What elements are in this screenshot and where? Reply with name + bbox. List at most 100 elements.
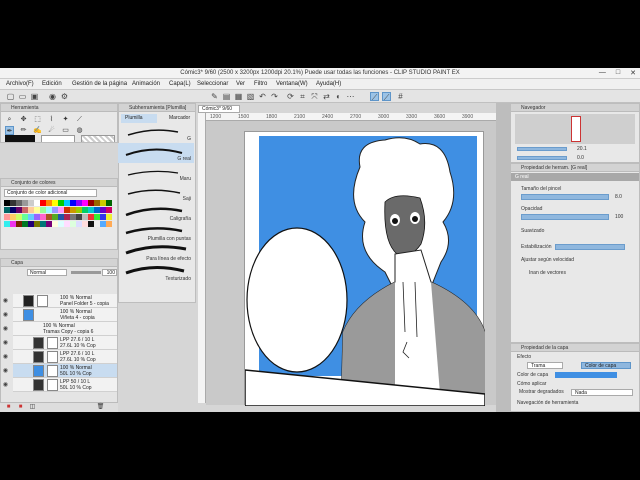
layer-visibility-icon[interactable]: ◉ (1, 308, 10, 322)
save-icon[interactable]: ▣ (30, 92, 39, 101)
open-icon[interactable]: ▭ (18, 92, 27, 101)
airbrush-tool-icon[interactable]: ☄ (47, 126, 56, 135)
brush-item-maru[interactable]: Maru (118, 163, 194, 183)
new-folder-icon[interactable]: ■ (16, 403, 25, 412)
layer-row[interactable]: LPP 27.6 / 10 L 27.6L 10 % Cop (13, 350, 117, 364)
undo-icon[interactable]: ↶ (258, 92, 267, 101)
crop-icon[interactable]: ⌗ (298, 92, 307, 101)
mask-layer-icon[interactable]: ◫ (28, 403, 37, 412)
maximize-button[interactable]: □ (616, 69, 620, 77)
fill-tool-icon[interactable]: ◍ (75, 126, 84, 135)
minimize-button[interactable]: — (599, 69, 606, 77)
brush-item-texturizado[interactable]: Texturizado (118, 263, 194, 283)
menu-help[interactable]: Ayuda(H) (316, 81, 341, 87)
color-swatch[interactable] (106, 207, 112, 213)
rotate-icon[interactable]: ⟳ (286, 92, 295, 101)
layer-row[interactable]: 100 % Normal Viñeta 4 - copia (13, 308, 117, 322)
snap-ruler-icon[interactable]: ⟋ (370, 92, 379, 102)
tab-canvas[interactable]: Cómic3* 9/60 (198, 105, 240, 113)
menu-edit[interactable]: Edición (42, 81, 62, 87)
new-file-icon[interactable]: ▢ (6, 92, 15, 101)
tab-plumilla[interactable]: Plumilla (121, 114, 157, 123)
menu-select[interactable]: Seleccionar (197, 81, 228, 87)
layer-visibility-icon[interactable]: ◉ (1, 294, 10, 308)
layer-visibility-icon[interactable]: ◉ (1, 364, 10, 378)
grid-icon[interactable]: ▦ (234, 92, 243, 101)
scrollbar-vertical[interactable] (496, 103, 510, 412)
menu-page-management[interactable]: Gestión de la página (72, 81, 127, 87)
pencil-tool-icon[interactable]: ✏ (19, 126, 28, 135)
redo-icon[interactable]: ↷ (270, 92, 279, 101)
menu-view[interactable]: Ver (236, 81, 245, 87)
mask-icon[interactable]: ◐ (334, 92, 343, 101)
layer-color-bar[interactable] (555, 372, 617, 378)
layer-row[interactable]: 100 % Normal Tramas Copy - copia 6 (13, 322, 117, 336)
wand-tool-icon[interactable]: ✦ (61, 115, 70, 124)
fit-icon[interactable]: ▧ (246, 92, 255, 101)
stabilization-slider[interactable] (555, 244, 625, 250)
menu-window[interactable]: Ventana(W) (276, 81, 308, 87)
show-gradient-select[interactable]: Nada (571, 389, 633, 396)
navigator-rotation[interactable]: 0.0 (577, 155, 584, 161)
opacity-value[interactable]: 100 (615, 214, 623, 220)
layer-visibility-icon[interactable]: ◉ (1, 350, 10, 364)
layer-row[interactable]: LPP 50 / 10 L 50L 10 % Cop (13, 378, 117, 392)
layout-icon[interactable]: ▤ (222, 92, 231, 101)
eyedropper-tool-icon[interactable]: ⟋ (75, 115, 84, 124)
new-layer-icon[interactable]: ■ (4, 403, 13, 412)
layer-visibility-icon[interactable]: ◉ (1, 322, 10, 336)
brush-item-linea-efecto[interactable]: Para línea de efecto (118, 243, 194, 263)
color-swatch[interactable] (106, 214, 112, 220)
layer-visibility-icon[interactable]: ◉ (1, 336, 10, 350)
menu-filter[interactable]: Filtro (254, 81, 267, 87)
color-swatch[interactable] (106, 221, 112, 227)
brush-size-value[interactable]: 8.0 (615, 194, 622, 200)
trama-button[interactable]: Trama (527, 362, 563, 369)
lasso-tool-icon[interactable]: ⌇ (47, 115, 56, 124)
layer-row-selected[interactable]: 100 % Normal 50L 10 % Cop (13, 364, 117, 378)
canvas-page[interactable] (244, 131, 486, 407)
delete-layer-icon[interactable]: 🗑 (96, 403, 105, 412)
move-tool-icon[interactable]: ✥ (19, 115, 28, 124)
brush-tool-icon[interactable]: ✍ (33, 126, 42, 135)
flip-icon[interactable]: ⇄ (322, 92, 331, 101)
rotation-slider[interactable] (517, 156, 567, 160)
menu-animation[interactable]: Animación (132, 81, 160, 87)
snap-icon[interactable]: ⋯ (346, 92, 355, 101)
brush-item-plumilla-puntas[interactable]: Plumilla con puntas (118, 223, 194, 243)
layer-color-button[interactable]: Color de capa (581, 362, 631, 369)
close-button[interactable]: ✕ (630, 69, 636, 77)
zoom-slider[interactable] (517, 147, 567, 151)
select-tool-icon[interactable]: ⬚ (33, 115, 42, 124)
opacity-field[interactable]: 100 (102, 269, 117, 276)
layer-row[interactable]: 100 % Normal Panel Folder 5 - copia (13, 294, 117, 308)
layer-visibility-icon[interactable]: ◉ (1, 378, 10, 392)
snap-grid-icon[interactable]: # (396, 92, 405, 101)
brush-item-g[interactable]: G (118, 123, 194, 143)
sub-color-swatch[interactable] (41, 135, 75, 142)
eraser-tool-icon[interactable]: ▭ (61, 126, 70, 135)
color-swatch[interactable] (106, 200, 112, 206)
brush-size-slider[interactable] (521, 194, 609, 200)
tab-marcador[interactable]: Marcador (159, 114, 195, 123)
layer-row[interactable]: LPP 27.6 / 10 L 27.6L 10 % Cop (13, 336, 117, 350)
zoom-tool-icon[interactable]: ⌕ (5, 115, 14, 124)
main-color-swatch[interactable] (5, 135, 35, 142)
brush-item-caligrafia[interactable]: Caligrafía (118, 203, 194, 223)
menu-layer[interactable]: Capa(L) (169, 81, 191, 87)
color-set-dropdown[interactable]: Conjunto de color adicional (4, 189, 97, 197)
canvas-area[interactable] (206, 121, 496, 407)
navigator-preview[interactable] (515, 114, 635, 144)
brush-item-g-real[interactable]: G real (118, 143, 194, 163)
brush-item-saji[interactable]: Saji (118, 183, 194, 203)
pen-tool-icon[interactable]: ✒ (5, 126, 14, 135)
snap-special-ruler-icon[interactable]: ⟋ (382, 92, 391, 102)
brush-settings-icon[interactable]: ✎ (210, 92, 219, 101)
transparent-color-swatch[interactable] (81, 135, 115, 142)
menu-file[interactable]: Archivo(F) (6, 81, 34, 87)
clip-studio-icon[interactable]: ◉ (48, 92, 57, 101)
settings-icon[interactable]: ⚙ (60, 92, 69, 101)
opacity-slider[interactable] (71, 271, 101, 274)
blend-mode-select[interactable]: Normal (27, 269, 67, 276)
navigator-zoom[interactable]: 20.1 (577, 146, 587, 152)
